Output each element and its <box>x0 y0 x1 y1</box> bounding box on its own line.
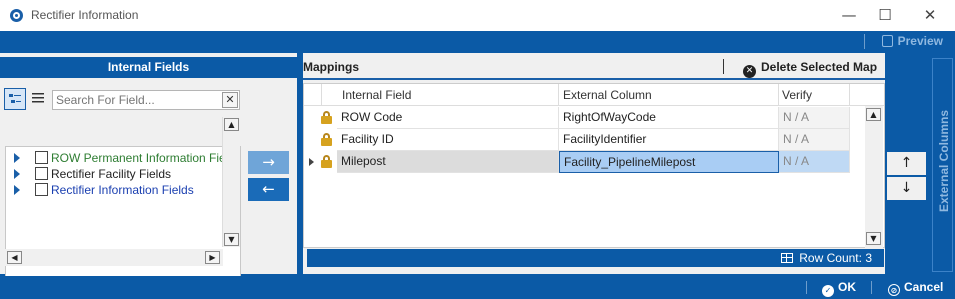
row-indicator-icon <box>309 158 314 166</box>
add-mapping-button[interactable]: → <box>248 151 289 174</box>
verify-cell: N / A <box>779 107 850 129</box>
column-divider <box>321 84 322 106</box>
ok-label: OK <box>838 280 856 294</box>
internal-field-cell[interactable]: Milepost <box>337 151 559 173</box>
external-columns-label: External Columns <box>937 109 951 213</box>
scroll-right-icon[interactable]: ▶ <box>205 251 220 264</box>
row-count-value: 3 <box>865 251 872 265</box>
close-button[interactable]: ✕ <box>915 4 945 26</box>
scroll-left-icon[interactable]: ◀ <box>7 251 22 264</box>
column-header-external-column[interactable]: External Column <box>563 88 652 102</box>
checkbox[interactable] <box>35 151 48 164</box>
grid-footer: Row Count: 3 <box>307 249 884 267</box>
row-count-label: Row Count: <box>799 251 862 265</box>
external-column-cell[interactable]: RightOfWayCode <box>559 107 779 129</box>
tree-view-button[interactable] <box>4 88 26 110</box>
tree-item-label: Rectifier Information Fields <box>51 183 194 197</box>
mappings-title: Mappings <box>303 60 359 74</box>
table-icon <box>781 253 794 263</box>
checkbox[interactable] <box>35 167 48 180</box>
dialog-body: Preview Internal Fields ROW Permanent In… <box>0 31 955 299</box>
cancel-label: Cancel <box>904 280 944 294</box>
remove-mapping-button[interactable]: ← <box>248 178 289 201</box>
tree-view-icon <box>9 94 21 103</box>
search-field[interactable]: ✕ <box>52 90 240 110</box>
table-row[interactable]: Facility ID FacilityIdentifier N / A <box>304 129 884 151</box>
cancel-button[interactable]: ⊘ Cancel <box>888 280 943 296</box>
delete-label: Delete Selected Map <box>761 60 878 74</box>
lock-icon <box>321 111 332 124</box>
delete-selected-map-button[interactable]: ✕ Delete Selected Map <box>743 60 877 78</box>
delete-icon: ✕ <box>743 65 756 78</box>
action-divider <box>871 281 872 294</box>
row-count: Row Count: 3 <box>781 251 872 265</box>
verify-cell: N / A <box>779 129 850 151</box>
internal-fields-header: Internal Fields <box>0 57 297 78</box>
column-header-internal-field[interactable]: Internal Field <box>342 88 411 102</box>
action-bar: ✓ OK ⊘ Cancel <box>0 276 955 299</box>
scroll-down-icon[interactable]: ▼ <box>224 233 239 246</box>
grid-vertical-scrollbar[interactable]: ▲ ▼ <box>865 106 883 248</box>
scroll-down-icon[interactable]: ▼ <box>866 232 881 245</box>
app-icon <box>10 9 23 22</box>
checkbox[interactable] <box>35 183 48 196</box>
header-underline <box>303 78 885 80</box>
preview-icon <box>881 35 893 47</box>
list-view-icon <box>32 93 44 103</box>
column-header-verify[interactable]: Verify <box>782 88 812 102</box>
minimize-button[interactable]: — <box>834 4 864 26</box>
top-toolbar: Preview <box>0 31 955 52</box>
tree-vertical-scrollbar[interactable]: ▲ ▼ <box>222 117 240 247</box>
header-divider <box>723 59 724 74</box>
cancel-icon: ⊘ <box>888 284 900 296</box>
expand-arrow-icon[interactable] <box>14 153 20 163</box>
internal-field-cell[interactable]: Facility ID <box>337 129 559 151</box>
lock-icon <box>321 133 332 146</box>
external-column-cell[interactable]: Facility_PipelineMilepost <box>559 151 779 173</box>
action-divider <box>806 281 807 294</box>
move-down-button[interactable]: ↓ <box>887 177 926 200</box>
clear-search-button[interactable]: ✕ <box>222 92 238 108</box>
tree-item-label: Rectifier Facility Fields <box>51 167 172 181</box>
verify-cell: N / A <box>779 151 850 173</box>
external-column-cell[interactable]: FacilityIdentifier <box>559 129 779 151</box>
scroll-up-icon[interactable]: ▲ <box>224 118 239 131</box>
preview-button[interactable]: Preview <box>881 34 943 48</box>
check-icon: ✓ <box>822 285 834 297</box>
column-divider <box>778 84 779 106</box>
grid-header-row: Internal Field External Column Verify <box>304 84 884 106</box>
expand-arrow-icon[interactable] <box>14 185 20 195</box>
tree-horizontal-scrollbar[interactable]: ◀ ▶ <box>5 249 223 266</box>
table-row-selected[interactable]: Milepost Facility_PipelineMilepost N / A <box>304 151 884 173</box>
mappings-grid: Internal Field External Column Verify RO… <box>303 83 885 248</box>
tree-item-label: ROW Permanent Information Fie <box>51 151 226 165</box>
list-view-button[interactable] <box>28 88 50 110</box>
title-bar: Rectifier Information — ☐ ✕ <box>0 0 955 31</box>
lock-icon <box>321 155 332 168</box>
search-input[interactable] <box>53 91 219 109</box>
external-columns-panel[interactable]: External Columns <box>932 58 953 272</box>
toolbar-divider <box>864 34 865 49</box>
maximize-button[interactable]: ☐ <box>870 4 900 26</box>
column-divider <box>849 84 850 106</box>
table-row[interactable]: ROW Code RightOfWayCode N / A <box>304 107 884 129</box>
internal-field-cell[interactable]: ROW Code <box>337 107 559 129</box>
scroll-up-icon[interactable]: ▲ <box>866 108 881 121</box>
preview-label: Preview <box>897 34 943 48</box>
ok-button[interactable]: ✓ OK <box>822 280 856 297</box>
window-title: Rectifier Information <box>31 8 139 22</box>
move-up-button[interactable]: ↑ <box>887 152 926 175</box>
mappings-header: Mappings ✕ Delete Selected Map <box>303 56 885 78</box>
column-divider <box>558 84 559 106</box>
expand-arrow-icon[interactable] <box>14 169 20 179</box>
